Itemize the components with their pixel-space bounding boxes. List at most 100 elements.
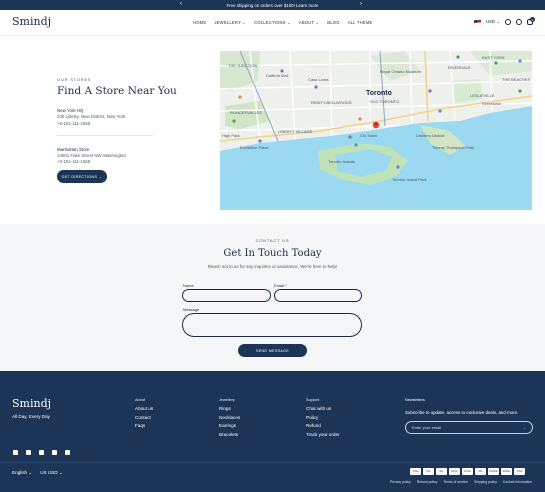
legal-link[interactable]: Contact information (503, 480, 532, 484)
contact-eyebrow: CONTACT US (255, 238, 290, 243)
map-label-roncesvalles: RONCESVALLES (230, 110, 262, 115)
newsletter: Newsletters Subscribe to update, access … (405, 398, 533, 434)
name-label: Name (183, 283, 194, 288)
contact-subtitle: Reach out to us for any inquiries or ass… (207, 264, 338, 269)
facebook-icon[interactable] (13, 450, 18, 455)
map-label-dufferin: Dufferin Mall (266, 73, 288, 78)
newsletter-email-input[interactable]: Enter your email → (405, 421, 533, 434)
map-label-riverdale: RIVERDALE (448, 65, 471, 70)
map-label-old-toronto: OLD TORONTO (370, 99, 399, 104)
contact-title: Get In Touch Today (223, 248, 322, 259)
map-canvas[interactable]: THE JUNCTION Dufferin Mall Casa Loma RON… (220, 51, 532, 210)
site-header: Smindj HOME JEWELLERY ⌄ COLLECTIONS ⌄ AB… (0, 10, 545, 36)
visa-icon: VISA (410, 468, 421, 475)
store-phone: +0-151-111-1555 (57, 120, 91, 126)
store-map[interactable]: THE JUNCTION Dufferin Mall Casa Loma RON… (220, 51, 532, 210)
map-label-high-park: High Park (222, 133, 240, 138)
name-input[interactable] (182, 289, 271, 302)
cart-icon[interactable]: 0 (527, 17, 535, 25)
footer-link[interactable]: Bracelets (219, 431, 240, 440)
footer-link[interactable]: Faqs (135, 422, 153, 431)
youtube-icon[interactable] (52, 450, 57, 455)
nav-blog[interactable]: BLOG (327, 20, 339, 25)
language-selector[interactable]: English ⌄ (12, 470, 32, 476)
account-icon[interactable] (516, 19, 522, 25)
legal-link[interactable]: Shipping policy (474, 480, 497, 484)
map-label-toronto: Toronto (366, 90, 392, 97)
map-label-junction: THE JUNCTION (228, 63, 257, 68)
footer-link[interactable]: Refund (306, 422, 340, 431)
map-label-exhibition: Exhibition Place (240, 145, 269, 150)
contact-section: CONTACT US Get In Touch Today Reach out … (0, 224, 545, 371)
map-label-liberty: LIBERTY VILLAGE (278, 129, 313, 134)
stores-title: Find A Store Near You (57, 85, 177, 97)
footer-link[interactable]: About us (135, 405, 153, 414)
message-label: Message (183, 307, 200, 312)
us-flag-icon (473, 19, 481, 25)
newsletter-heading: Newsletters (405, 398, 425, 402)
social-links (13, 450, 70, 455)
tiktok-icon[interactable] (65, 450, 70, 455)
store-card: Manhattan Store 14001 Fake Street NW Was… (57, 147, 187, 166)
email-input[interactable] (274, 289, 362, 302)
legal-link[interactable]: Refund policy (417, 480, 438, 484)
map-label-tommy: Tommy Thompson Park (432, 145, 474, 150)
mastercard-icon: MC (475, 468, 486, 475)
send-message-button[interactable]: SEND MESSAGE (238, 344, 307, 357)
nav-all-theme[interactable]: ALL THEME (348, 20, 373, 25)
footer-heading: Jewellery (219, 398, 235, 402)
footer-tagline: All Day, Every Day (12, 414, 50, 419)
footer-link[interactable]: Contact (135, 414, 153, 423)
map-label-distillery: Distillery District (416, 133, 445, 138)
paypal-icon: PayPal (488, 468, 499, 475)
map-label-trinity: TRINITY-BELLWOODS (310, 100, 352, 105)
stores-eyebrow: OUR STORES (57, 77, 92, 82)
apple-pay-icon: Pay (423, 468, 434, 475)
get-directions-button[interactable]: GET DIRECTIONS → (57, 170, 107, 183)
newsletter-placeholder: Enter your email (412, 425, 442, 430)
map-label-east-york: EAST YORK (482, 55, 505, 60)
visa-icon: VISA (514, 468, 525, 475)
chevron-right-icon[interactable]: › (360, 1, 362, 7)
search-icon[interactable] (505, 19, 511, 25)
chevron-left-icon[interactable]: ‹ (180, 1, 182, 7)
instagram-icon[interactable] (26, 450, 31, 455)
nav-about[interactable]: ABOUT ⌄ (299, 20, 319, 25)
nav-jewellery[interactable]: JEWELLERY ⌄ (214, 20, 246, 25)
announcement-text[interactable]: Free shipping on orders over $100! Learn… (226, 3, 318, 8)
map-label-toronto-islands: Toronto Islands (328, 159, 355, 164)
footer-currency-selector[interactable]: US USD ⌄ (40, 470, 62, 476)
footer-link[interactable]: Track your order (306, 431, 340, 440)
legal-link[interactable]: Privacy policy (390, 480, 411, 484)
logo[interactable]: Smindj (12, 15, 51, 28)
footer-column-support: Support Chat with us Policy Refund Track… (306, 398, 340, 439)
footer-link[interactable]: Necklaces (219, 414, 240, 423)
nav-collections[interactable]: COLLECTIONS ⌄ (254, 20, 291, 25)
footer-link[interactable]: Policy (306, 414, 340, 423)
footer-heading: About (135, 398, 145, 402)
footer-column-jewellery: Jewellery Rings Necklaces Earrings Brace… (219, 398, 240, 439)
footer-link[interactable]: Rings (219, 405, 240, 414)
announcement-bar: ‹ Free shipping on orders over $100! Lea… (0, 0, 545, 10)
map-label-cn-tower: CN Tower (360, 133, 378, 138)
nav-home[interactable]: HOME (193, 20, 206, 25)
pinterest-icon[interactable] (39, 450, 44, 455)
arrow-right-icon[interactable]: → (522, 425, 526, 430)
footer-logo[interactable]: Smindj (12, 397, 51, 410)
footer-link[interactable]: Earrings (219, 422, 240, 431)
currency-selector[interactable]: USD ⌄ (486, 19, 500, 25)
footer-link[interactable]: Chat with us (306, 405, 340, 414)
cart-count: 0 (530, 17, 535, 22)
diners-icon: DC (436, 468, 447, 475)
footer-column-about: About About us Contact Faqs (135, 398, 153, 431)
email-label: Email * (274, 283, 287, 288)
map-label-greektown: Greektown (482, 101, 501, 106)
map-label-the-beaches: THE BEACHES (502, 77, 531, 82)
legal-links: Privacy policy Refund policy Terms of se… (390, 480, 532, 484)
stores-section: OUR STORES Find A Store Near You New Yor… (57, 77, 187, 166)
legal-link[interactable]: Terms of service (443, 480, 468, 484)
map-label-royal-ontario: Royal Ontario Museum (380, 69, 422, 74)
main-nav: HOME JEWELLERY ⌄ COLLECTIONS ⌄ ABOUT ⌄ B… (193, 20, 373, 25)
store-phone: +0-151-111-1555 (57, 159, 91, 165)
message-textarea[interactable] (182, 313, 362, 337)
